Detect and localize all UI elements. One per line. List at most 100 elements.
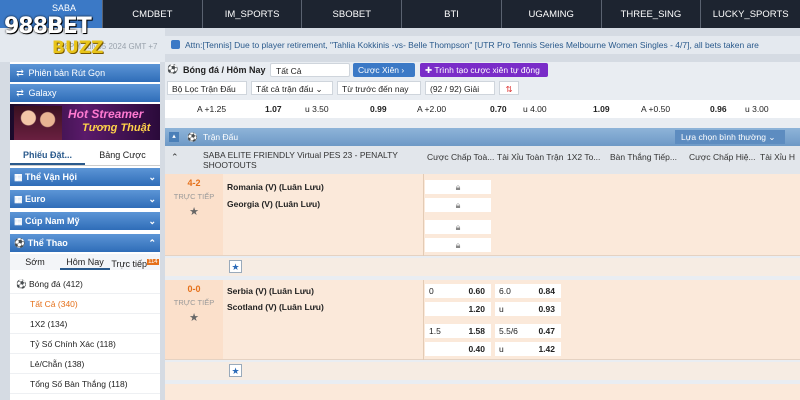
classic-version-button[interactable]: ⇄ Phiên bản Rút Gọn: [10, 64, 160, 82]
sidebar-item-all[interactable]: Tất Cả (340): [10, 294, 160, 314]
odds-cell[interactable]: 0.40: [425, 342, 491, 356]
sidebar-item-1x2[interactable]: 1X2 (134): [10, 314, 160, 334]
lock-icon: 🔒︎: [425, 180, 491, 194]
odds-value[interactable]: 1.07: [265, 100, 282, 118]
parlay-button[interactable]: Cược Xiên ›: [353, 63, 415, 77]
view-select[interactable]: Lựa chọn bình thường ⌄: [675, 130, 785, 144]
flag-icon: ▦: [14, 194, 23, 204]
favorite-icon[interactable]: ★: [229, 364, 242, 377]
odds-value: 0.47: [538, 326, 555, 336]
hdp-line: 0: [429, 286, 434, 296]
subtab-early[interactable]: Sớm: [10, 254, 60, 270]
lock-icon: 🔒︎: [425, 220, 491, 234]
tab-sbobet[interactable]: SBOBET: [301, 0, 401, 28]
item-label: Tổng Số Bàn Thắng: [30, 379, 106, 389]
item-label: Tất Cả: [30, 299, 56, 309]
odds-cell[interactable]: 5.5/6 0.47: [495, 324, 561, 338]
market-select[interactable]: Tất Cả: [270, 63, 350, 77]
time-subtabs: Sớm Hôm Nay Trực tiếp114: [10, 254, 160, 270]
divider: [423, 174, 424, 256]
lock-icon: 🔒︎: [425, 238, 491, 252]
brand-logo: 988BET BUZZ: [2, 8, 106, 62]
ou-line: u: [499, 344, 504, 354]
category-label: Cúp Nam Mỹ: [25, 216, 80, 226]
tab-im-sports[interactable]: IM_SPORTS: [201, 0, 302, 28]
item-label: Lẻ/Chẵn: [30, 359, 63, 369]
section-header: ▴ ⚽ Trận Đấu Lựa chọn bình thường ⌄: [165, 128, 800, 146]
league-filter[interactable]: Bộ Lọc Trận Đấu ⌄: [167, 81, 247, 108]
odds-value[interactable]: 1.09: [593, 100, 610, 118]
sort-icon[interactable]: ⇅: [499, 81, 519, 95]
hot-streamer-banner[interactable]: Hot Streamer Tương Thuật: [10, 104, 160, 140]
item-count: (412): [63, 279, 83, 289]
sort-select[interactable]: Từ trước đến nay ⌄: [337, 81, 421, 108]
odds-cell[interactable]: u 1.42: [495, 342, 561, 356]
odds-cell[interactable]: 0 0.60: [425, 284, 491, 298]
category-olympics[interactable]: ▦ Thể Vận Hội ⌄: [10, 168, 160, 186]
category-copa-america[interactable]: ▦ Cúp Nam Mỹ ⌄: [10, 212, 160, 230]
odds-value[interactable]: 0.96: [710, 100, 727, 118]
odds-cell[interactable]: u 0.93: [495, 302, 561, 316]
sidebar-item-odd-even[interactable]: Lẻ/Chẵn (138): [10, 354, 160, 374]
item-label: Tỷ Số Chính Xác: [30, 339, 95, 349]
subtab-live[interactable]: Trực tiếp114: [110, 254, 160, 270]
odds-value[interactable]: 0.70: [490, 100, 507, 118]
chevron-down-icon: ⌄: [148, 194, 156, 204]
odds-value: 0.60: [468, 286, 485, 296]
sidebar-item-total-goals[interactable]: Tổng Số Bàn Thắng (118): [10, 374, 160, 394]
galaxy-label: Galaxy: [28, 88, 57, 98]
odds-hdp: A +1.25: [197, 104, 227, 114]
item-label: Bóng đá: [28, 279, 61, 289]
section-title: Trận Đấu: [203, 132, 239, 142]
category-euro[interactable]: ▦ Euro ⌄: [10, 190, 160, 208]
odds-cell[interactable]: 6.0 0.84: [495, 284, 561, 298]
toolbar: ⚽ Bóng đá / Hôm Nay Tất Cả Cược Xiên › ✚…: [165, 62, 800, 80]
odds-value: 1.58: [468, 326, 485, 336]
match-row: 0-0 TRỰC TIẾP ★ Serbia (V) (Luân Lưu) Sc…: [165, 280, 800, 360]
chevron-down-icon: ⌄: [148, 172, 156, 182]
tab-bet-list[interactable]: Bảng Cược: [85, 144, 160, 165]
tab-ugaming[interactable]: UGAMING: [500, 0, 601, 28]
subtab-today[interactable]: Hôm Nay: [60, 254, 110, 270]
speaker-icon: [171, 40, 180, 49]
next-match-row: [165, 384, 800, 400]
streamer-image: [14, 106, 62, 140]
auto-parlay-button[interactable]: ✚ Trình tạo cược xiên tự động: [420, 63, 548, 77]
match-filter-label: Tất cả trận đấu: [256, 84, 314, 94]
sidebar-item-soccer[interactable]: ⚽ Bóng đá (412): [10, 274, 160, 294]
galaxy-button[interactable]: ⇄ Galaxy: [10, 84, 160, 102]
odds-ou: u 3.00: [745, 104, 769, 114]
tab-cmdbet[interactable]: CMDBET: [102, 0, 202, 28]
item-count: (340): [57, 299, 78, 309]
favorite-star-icon[interactable]: ★: [165, 205, 223, 218]
live-label: TRỰC TIẾP: [173, 192, 215, 201]
tab-bti[interactable]: BTI: [401, 0, 501, 28]
collapse-icon[interactable]: ▴: [169, 132, 179, 142]
view-select-label: Lựa chọn bình thường: [681, 132, 767, 142]
favorite-star-icon[interactable]: ★: [165, 311, 223, 324]
hdp-line: 1.5: [429, 326, 441, 336]
tab-three-sing[interactable]: THREE_SING: [600, 0, 701, 28]
sidebar-item-correct-score[interactable]: Tỷ Số Chính Xác (118): [10, 334, 160, 354]
tab-lucky-sports[interactable]: LUCKY_SPORTS: [700, 0, 800, 28]
item-count: (118): [96, 339, 116, 349]
league-filter-label: Bộ Lọc Trận Đấu: [172, 84, 236, 94]
ou-line: 5.5/6: [499, 326, 518, 336]
favorite-icon[interactable]: ★: [229, 260, 242, 273]
odds-cell[interactable]: 1.5 1.58: [425, 324, 491, 338]
column-ht-ou: Tài Xỉu H: [760, 152, 795, 162]
sidebar: ⇄ Phiên bản Rút Gọn ⇄ Galaxy Hot Streame…: [10, 62, 160, 400]
collapse-league-icon[interactable]: ⌃: [171, 152, 179, 163]
live-label: TRỰC TIẾP: [173, 298, 215, 307]
ball-icon: ⚽: [187, 132, 198, 142]
tab-bet-slip[interactable]: Phiếu Đặt...: [10, 144, 85, 165]
subtab-live-label: Trực tiếp: [111, 259, 148, 269]
announcement-marquee[interactable]: Attn:[Tennis] Due to player retirement, …: [165, 36, 800, 54]
match-tools-row: ★: [165, 362, 800, 380]
category-sports[interactable]: ⚽ Thể Thao ⌃: [10, 234, 160, 252]
odds-cell[interactable]: 1.20: [425, 302, 491, 316]
odds-value[interactable]: 0.99: [370, 100, 387, 118]
chevron-down-icon: ⌄: [148, 216, 156, 226]
match-filter[interactable]: Tất cả trận đấu ⌄: [251, 81, 333, 95]
league-count[interactable]: (92 / 92) Giải: [425, 81, 495, 95]
